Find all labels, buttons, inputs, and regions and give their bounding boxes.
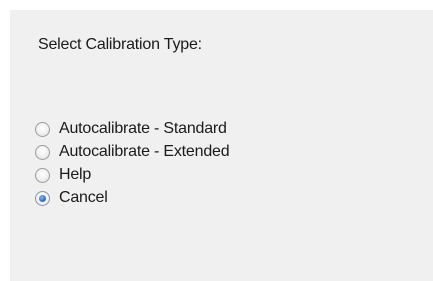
prompt-label: Select Calibration Type: <box>38 36 202 53</box>
option-cancel[interactable]: Cancel <box>35 187 229 209</box>
option-help[interactable]: Help <box>35 164 229 186</box>
calibration-type-radio-group: Autocalibrate - Standard Autocalibrate -… <box>35 118 230 210</box>
radio-button[interactable] <box>35 167 50 183</box>
option-label: Autocalibrate - Standard <box>59 120 227 137</box>
option-label: Autocalibrate - Extended <box>59 143 230 160</box>
option-autocalibrate-extended[interactable]: Autocalibrate - Extended <box>35 141 230 163</box>
radio-button[interactable] <box>35 144 50 160</box>
radio-button-selected[interactable] <box>35 190 50 206</box>
calibration-panel: Select Calibration Type: Autocalibrate -… <box>10 10 433 281</box>
radio-selected-dot-icon <box>39 194 46 202</box>
option-autocalibrate-standard[interactable]: Autocalibrate - Standard <box>35 118 229 140</box>
option-label: Help <box>59 166 92 183</box>
option-label: Cancel <box>59 189 108 206</box>
radio-button[interactable] <box>35 121 50 137</box>
